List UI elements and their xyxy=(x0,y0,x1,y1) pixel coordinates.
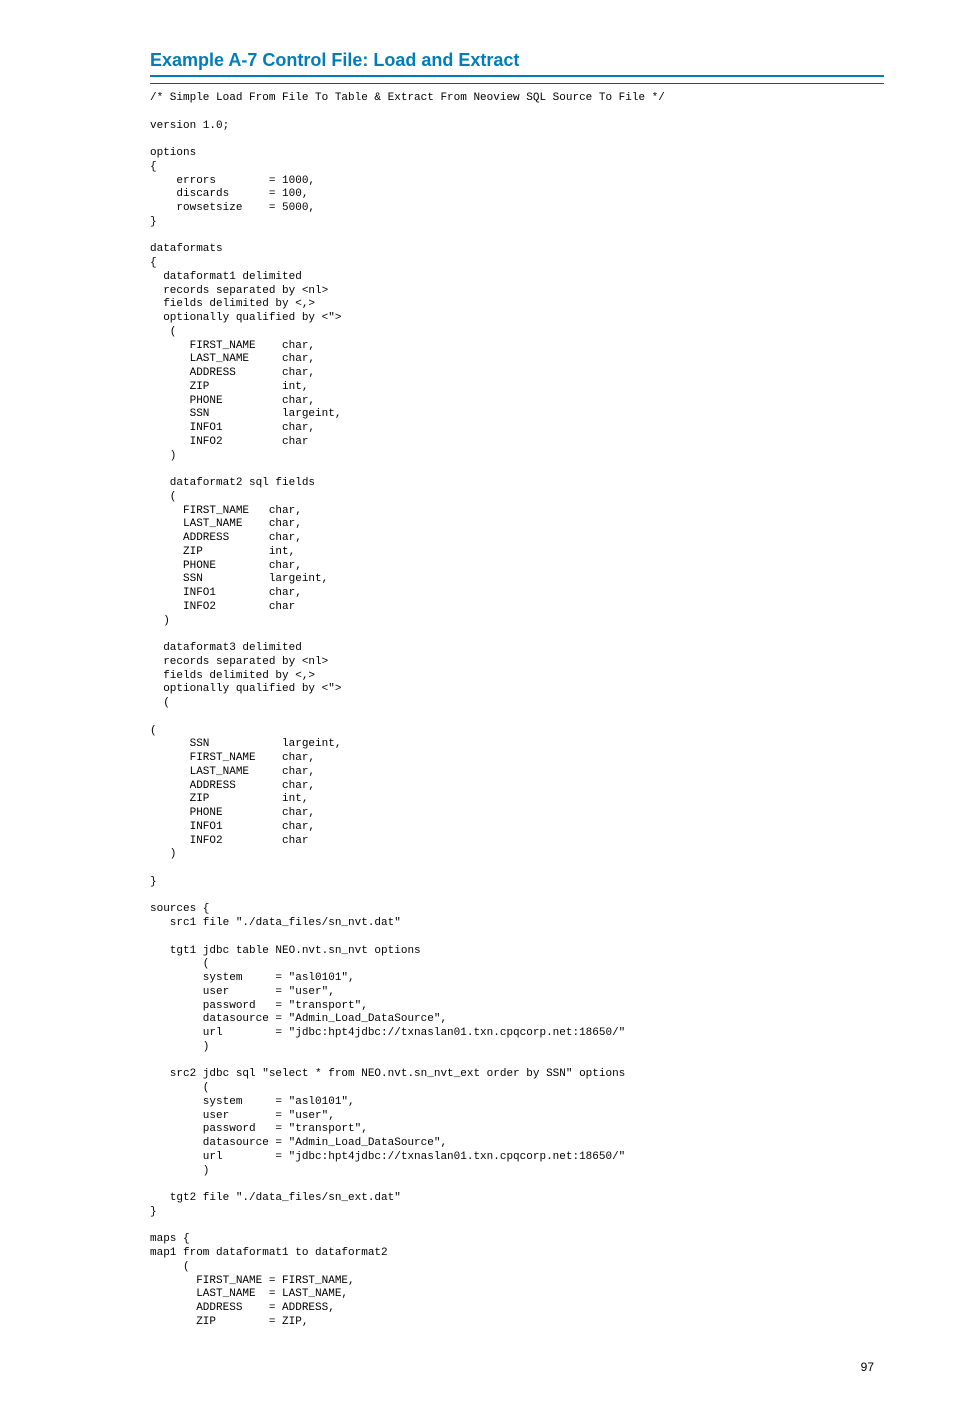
heading-rule-thin xyxy=(150,83,884,84)
example-heading: Example A-7 Control File: Load and Extra… xyxy=(150,50,884,71)
heading-rule-thick xyxy=(150,75,884,77)
code-block: /* Simple Load From File To Table & Extr… xyxy=(150,92,884,1330)
page-number: 97 xyxy=(150,1360,884,1374)
document-page: Example A-7 Control File: Load and Extra… xyxy=(0,0,954,1404)
